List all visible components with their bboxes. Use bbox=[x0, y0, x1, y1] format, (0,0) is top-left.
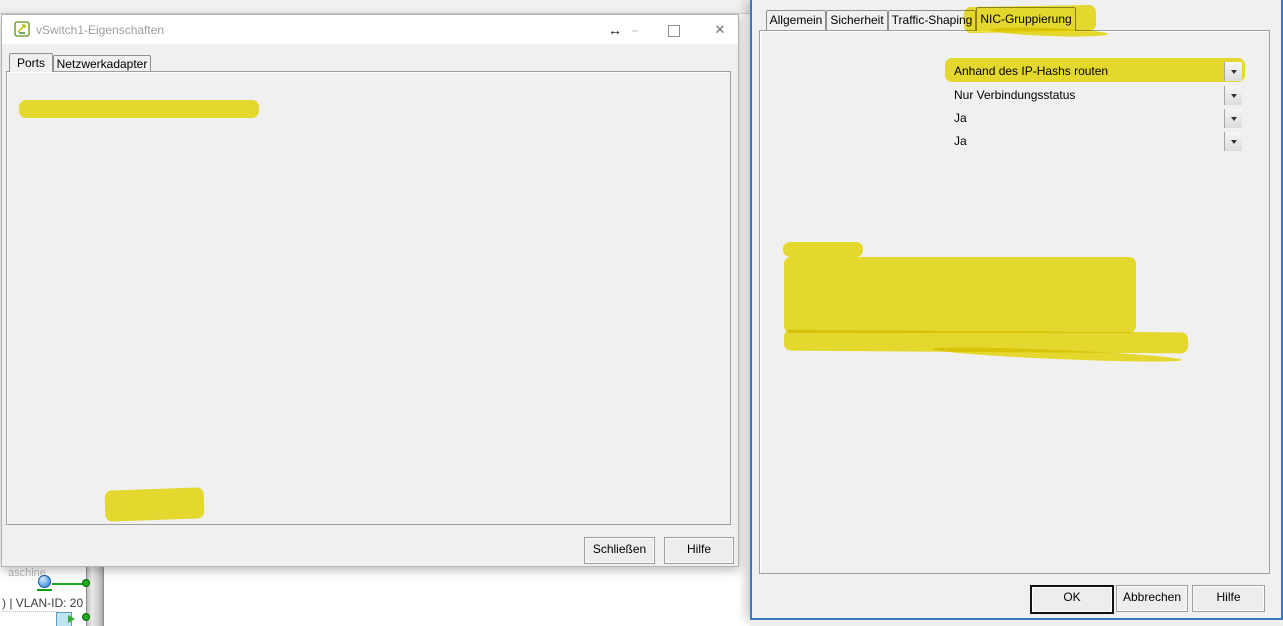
titlebar: vSwitch1-Eigenschaften ↔ – ✕ bbox=[2, 15, 738, 44]
tab-nic-gruppierung[interactable]: NIC-Gruppierung bbox=[976, 7, 1076, 31]
tab-netzwerkadapter[interactable]: Netzwerkadapter bbox=[53, 55, 151, 72]
maximize-icon[interactable] bbox=[668, 25, 680, 37]
ok-button[interactable]: OK bbox=[1030, 585, 1114, 614]
abbrechen-button[interactable]: Abbrechen bbox=[1116, 585, 1188, 612]
failover-ermittlung-combobox[interactable]: Nur Verbindungsstatus bbox=[949, 85, 1243, 106]
vlan-label: ) | VLAN-ID: 20 bbox=[2, 596, 84, 610]
background-strip bbox=[750, 620, 1283, 626]
connection-dot bbox=[82, 613, 90, 621]
switches-benachrichtigen-combobox[interactable]: Ja bbox=[949, 108, 1243, 129]
failback-combobox[interactable]: Ja bbox=[949, 131, 1243, 152]
chevron-down-icon[interactable] bbox=[1224, 62, 1242, 81]
portgroup-icon bbox=[37, 575, 52, 591]
minimize-icon[interactable]: – bbox=[624, 19, 646, 41]
ports-tabpage bbox=[6, 71, 731, 525]
tab-sicherheit[interactable]: Sicherheit bbox=[826, 10, 888, 30]
resize-icon[interactable]: ↔ bbox=[604, 19, 626, 41]
chevron-down-icon[interactable] bbox=[1224, 109, 1242, 128]
diagram-dotted-line bbox=[2, 611, 58, 612]
lastausgleich-combobox[interactable]: Anhand des IP-Hashs routen bbox=[949, 61, 1243, 82]
tab-ports[interactable]: Ports bbox=[9, 53, 53, 72]
schliessen-button[interactable]: Schließen bbox=[584, 537, 655, 564]
chevron-down-icon[interactable] bbox=[1224, 86, 1242, 105]
tab-traffic-shaping[interactable]: Traffic-Shaping bbox=[888, 10, 976, 30]
chevron-down-icon[interactable] bbox=[1224, 132, 1242, 151]
hilfe-button[interactable]: Hilfe bbox=[664, 537, 734, 564]
vm-icon bbox=[56, 612, 76, 626]
tab-allgemein[interactable]: Allgemein bbox=[766, 10, 826, 30]
dialog-title: vSwitch1-Eigenschaften bbox=[36, 23, 165, 37]
background-window-edge bbox=[0, 0, 750, 14]
hilfe-button[interactable]: Hilfe bbox=[1192, 585, 1265, 612]
vswitch-properties-dialog: vSwitch1-Eigenschaften ↔ – ✕ Ports Netzw… bbox=[1, 14, 739, 567]
nic-teaming-dialog: Allgemein Sicherheit Traffic-Shaping NIC… bbox=[750, 0, 1283, 620]
dialog-icon bbox=[14, 21, 30, 37]
close-icon[interactable]: ✕ bbox=[709, 19, 731, 41]
screen: aschine ) | VLAN-ID: 20 vSwitch1-Eigensc… bbox=[0, 0, 1283, 626]
diagram-connector bbox=[52, 583, 86, 585]
connection-dot bbox=[82, 579, 90, 587]
